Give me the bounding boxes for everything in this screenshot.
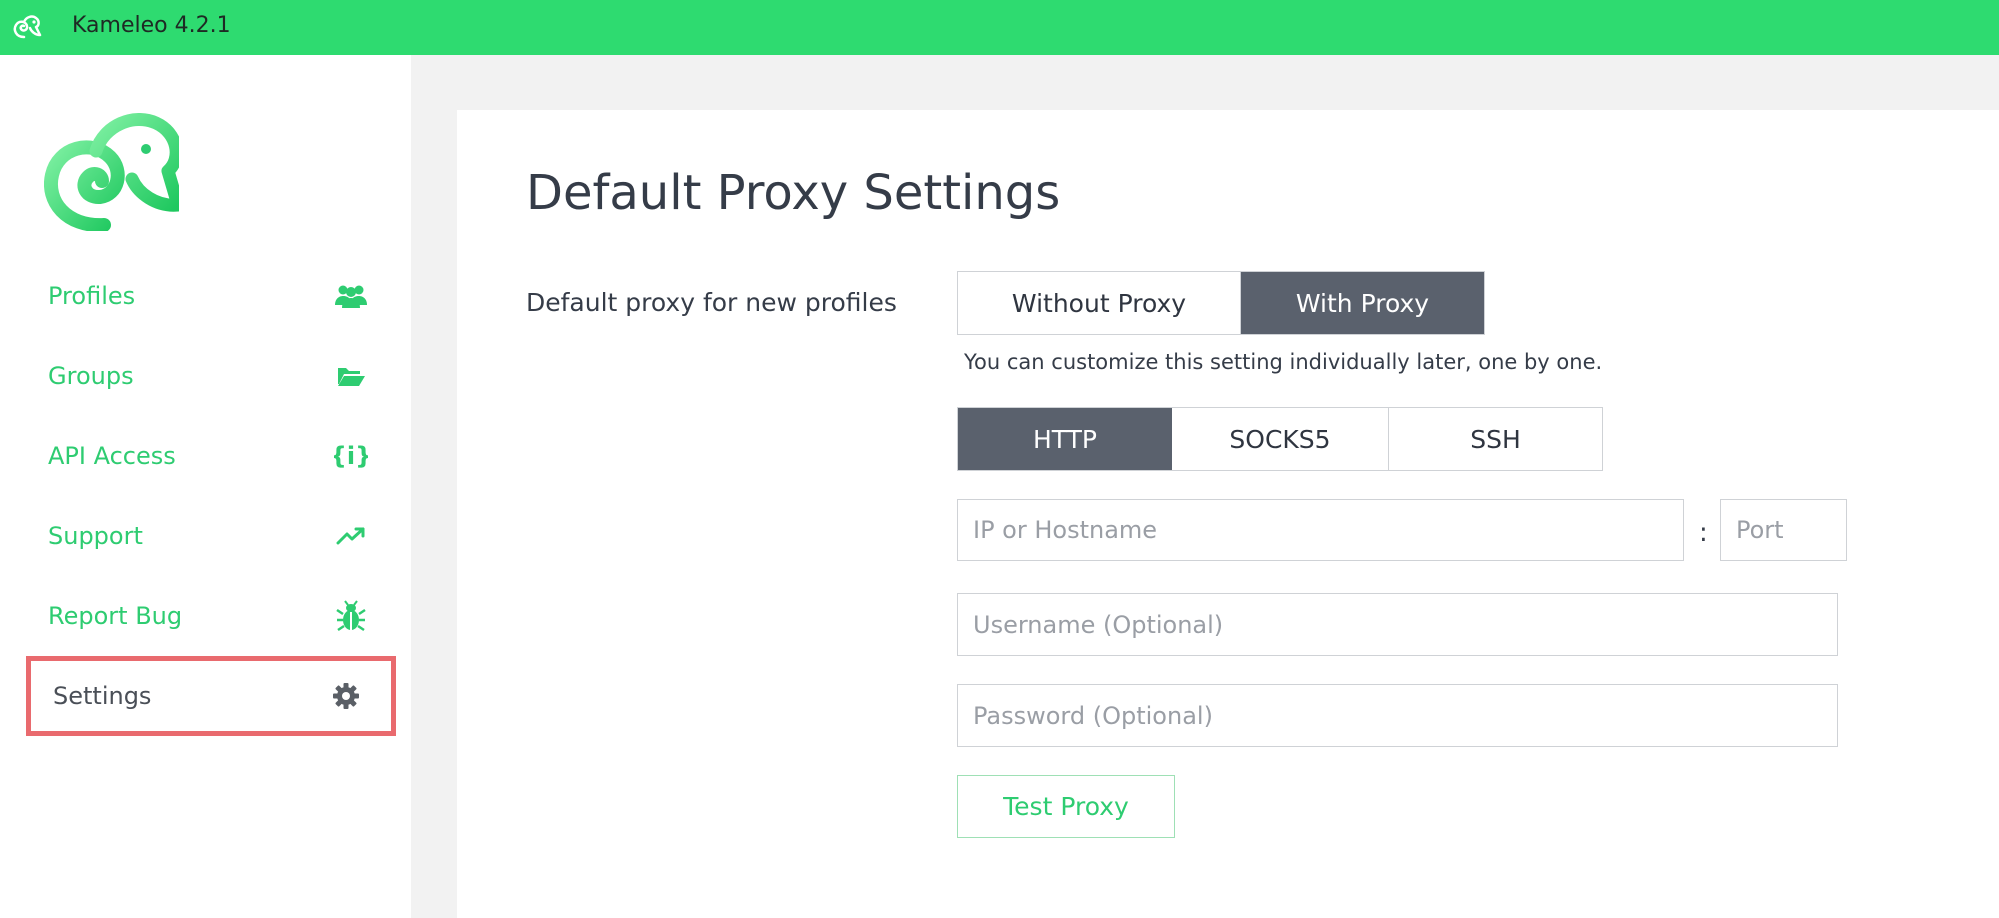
password-input[interactable] — [957, 684, 1838, 747]
sidebar-item-label: Profiles — [48, 282, 136, 310]
host-port-separator: : — [1699, 518, 1708, 548]
proxy-mode-toggle: Without Proxy With Proxy — [957, 271, 1485, 335]
gear-icon — [329, 681, 363, 711]
sidebar-item-settings[interactable]: Settings — [26, 656, 396, 736]
sidebar-item-label: API Access — [48, 442, 176, 470]
test-proxy-button[interactable]: Test Proxy — [957, 775, 1175, 838]
kameleo-brand-logo — [44, 113, 179, 231]
with-proxy-button[interactable]: With Proxy — [1241, 272, 1484, 334]
folder-open-icon — [334, 361, 368, 391]
protocol-selector: HTTP SOCKS5 SSH — [957, 407, 1603, 471]
sidebar: Profiles Groups API Access {i} — [0, 55, 411, 918]
protocol-socks5-button[interactable]: SOCKS5 — [1172, 408, 1389, 470]
sidebar-item-label: Report Bug — [48, 602, 183, 630]
window-title: Kameleo 4.2.1 — [72, 13, 231, 38]
without-proxy-button[interactable]: Without Proxy — [958, 272, 1241, 334]
sidebar-item-profiles[interactable]: Profiles — [26, 256, 396, 336]
sidebar-item-groups[interactable]: Groups — [26, 336, 396, 416]
sidebar-item-label: Settings — [53, 682, 152, 710]
users-icon — [334, 281, 368, 311]
settings-panel: Default Proxy Settings Default proxy for… — [457, 110, 1999, 918]
sidebar-item-label: Groups — [48, 362, 134, 390]
title-bar: Kameleo 4.2.1 — [0, 0, 1999, 55]
port-input[interactable] — [1720, 499, 1847, 561]
page-title: Default Proxy Settings — [526, 165, 1061, 221]
sidebar-item-support[interactable]: Support — [26, 496, 396, 576]
bug-icon — [334, 600, 368, 632]
svg-text:{i}: {i} — [334, 442, 368, 470]
kameleo-logo-icon — [13, 15, 42, 39]
protocol-http-button[interactable]: HTTP — [958, 408, 1172, 470]
proxy-hint-text: You can customize this setting individua… — [964, 350, 1603, 374]
sidebar-item-label: Support — [48, 522, 143, 550]
username-input[interactable] — [957, 593, 1838, 656]
code-braces-icon: {i} — [334, 441, 368, 471]
sidebar-item-report-bug[interactable]: Report Bug — [26, 576, 396, 656]
protocol-ssh-button[interactable]: SSH — [1389, 408, 1602, 470]
host-input[interactable] — [957, 499, 1684, 561]
trending-up-icon — [334, 521, 368, 551]
sidebar-item-api-access[interactable]: API Access {i} — [26, 416, 396, 496]
default-proxy-label: Default proxy for new profiles — [526, 288, 897, 317]
